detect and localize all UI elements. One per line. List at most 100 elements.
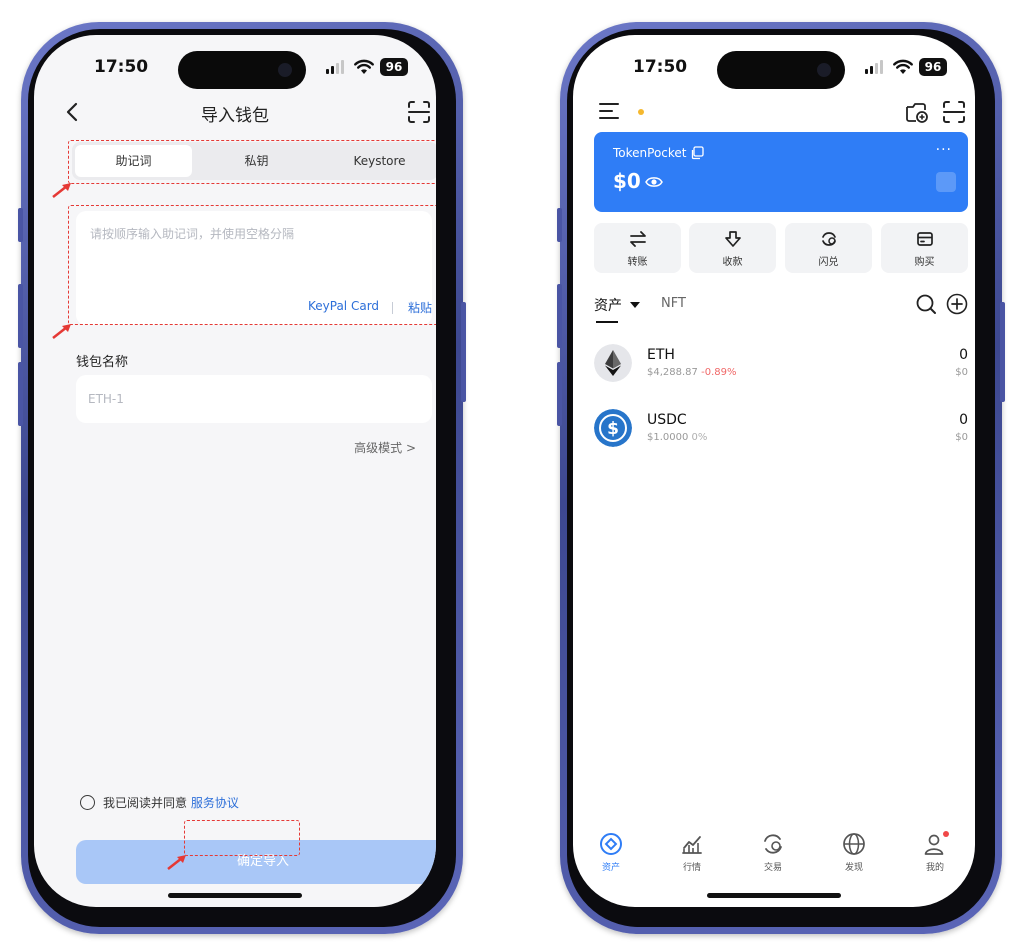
wallet-name: TokenPocket — [613, 146, 687, 160]
pointer-arrow-icon — [52, 183, 71, 198]
transfer-icon — [630, 231, 646, 247]
agreement-text: 我已阅读并同意 — [103, 796, 188, 810]
nav-market[interactable]: 行情 — [662, 830, 722, 878]
receive-icon — [725, 231, 741, 247]
active-tab-underline — [596, 321, 618, 323]
token-row-eth[interactable]: ETH $4,288.87 -0.89% 0 $0 — [594, 344, 968, 388]
token-amount: 0 — [959, 347, 968, 363]
battery-indicator: 96 — [380, 58, 408, 76]
wallet-home-screen: 17:50 96 TokenPocket ··· $0 转账 收款 闪兑 购买 … — [573, 35, 975, 907]
wallet-name-label: 钱包名称 — [76, 355, 129, 370]
menu-icon[interactable] — [599, 101, 621, 121]
eth-logo-icon — [594, 344, 632, 382]
discover-globe-icon — [843, 833, 865, 855]
market-icon — [682, 836, 702, 854]
nav-profile[interactable]: 我的 — [905, 830, 965, 878]
pointer-arrow-icon — [167, 855, 186, 870]
wallet-card[interactable]: TokenPocket ··· $0 — [594, 132, 968, 212]
wallet-name-input[interactable]: ETH-1 — [76, 375, 432, 423]
token-amount: 0 — [959, 412, 968, 428]
assets-icon — [600, 833, 622, 855]
nav-label: 交易 — [763, 863, 782, 873]
tab-assets[interactable]: 资产 — [594, 295, 622, 315]
swap-button[interactable]: 闪兑 — [785, 223, 872, 273]
side-button — [18, 208, 23, 242]
receive-button[interactable]: 收款 — [689, 223, 776, 273]
token-value: $0 — [955, 367, 968, 378]
mnemonic-placeholder: 请按顺序输入助记词，并使用空格分隔 — [90, 227, 295, 241]
service-agreement-link[interactable]: 服务协议 — [191, 796, 239, 810]
nav-label: 资产 — [601, 863, 620, 873]
scan-icon[interactable] — [941, 99, 967, 125]
status-time: 17:50 — [633, 57, 688, 77]
nav-label: 行情 — [682, 863, 701, 873]
quick-actions: 转账 收款 闪兑 购买 — [594, 223, 968, 273]
wallet-balance: $0 — [613, 169, 641, 193]
trade-icon — [764, 834, 782, 854]
token-row-usdc[interactable]: $ USDC $1.0000 0% 0 $0 — [594, 409, 968, 453]
scan-icon[interactable] — [406, 99, 432, 125]
camera-icon — [817, 63, 831, 77]
home-indicator — [168, 893, 302, 898]
nav-discover[interactable]: 发现 — [824, 830, 884, 878]
cellular-signal-icon — [326, 60, 348, 74]
phone-frame-left: 17:50 96 导入钱包 助记词 私钥 Keystore 请按顺序输入助记词，… — [18, 22, 466, 934]
advanced-mode-link[interactable]: 高级模式 > — [354, 439, 416, 456]
page-title: 导入钱包 — [201, 106, 269, 126]
volume-down-button — [18, 362, 23, 426]
token-symbol: USDC — [647, 412, 687, 428]
tab-keystore[interactable]: Keystore — [321, 145, 436, 177]
tab-private-key[interactable]: 私钥 — [198, 145, 315, 177]
transfer-button[interactable]: 转账 — [594, 223, 681, 273]
add-wallet-icon[interactable] — [903, 99, 929, 125]
token-value: $0 — [955, 432, 968, 443]
swap-icon — [822, 232, 836, 246]
nav-label: 发现 — [844, 863, 863, 873]
volume-up-button — [557, 284, 562, 348]
divider — [392, 302, 393, 314]
pointer-arrow-icon — [52, 324, 71, 339]
copy-icon[interactable] — [690, 146, 704, 160]
search-icon[interactable] — [915, 293, 937, 315]
mnemonic-input[interactable]: 请按顺序输入助记词，并使用空格分隔 KeyPal Card 粘贴 — [76, 211, 432, 325]
notification-dot — [943, 831, 949, 837]
status-bar: 17:50 96 — [573, 35, 975, 95]
status-bar: 17:50 96 — [34, 35, 436, 95]
nav-assets[interactable]: 资产 — [581, 830, 641, 878]
keypal-card-link[interactable]: KeyPal Card — [308, 299, 379, 313]
nav-trade[interactable]: 交易 — [743, 830, 803, 878]
import-wallet-screen: 17:50 96 导入钱包 助记词 私钥 Keystore 请按顺序输入助记词，… — [34, 35, 436, 907]
token-change: -0.89% — [701, 367, 737, 378]
token-price: $4,288.87 — [647, 367, 698, 378]
camera-icon — [278, 63, 292, 77]
wallet-name-placeholder: ETH-1 — [88, 392, 124, 406]
usdc-logo-icon: $ — [594, 409, 632, 447]
agreement-radio[interactable] — [80, 795, 95, 810]
confirm-import-button[interactable]: 确定导入 — [76, 840, 436, 884]
import-method-tabs: 助记词 私钥 Keystore — [72, 142, 436, 180]
buy-card-icon — [917, 232, 933, 246]
volume-up-button — [18, 284, 23, 348]
caret-down-icon[interactable] — [630, 302, 640, 308]
tab-nft[interactable]: NFT — [661, 296, 686, 311]
wifi-icon — [354, 59, 374, 74]
phone-frame-right: 17:50 96 TokenPocket ··· $0 转账 收款 闪兑 购买 … — [557, 22, 1005, 934]
transfer-label: 转账 — [627, 257, 648, 268]
buy-label: 购买 — [914, 257, 935, 268]
paste-button[interactable]: 粘贴 — [408, 299, 432, 316]
dynamic-island — [178, 51, 306, 89]
token-change: 0% — [691, 432, 708, 443]
notification-dot — [638, 109, 644, 115]
battery-indicator: 96 — [919, 58, 947, 76]
token-symbol: ETH — [647, 347, 675, 363]
status-time: 17:50 — [94, 57, 149, 77]
tab-mnemonic[interactable]: 助记词 — [75, 145, 192, 177]
more-options-icon[interactable]: ··· — [936, 142, 952, 158]
eye-icon[interactable] — [645, 175, 663, 189]
buy-button[interactable]: 购买 — [881, 223, 968, 273]
svg-text:$: $ — [607, 419, 619, 439]
card-decoration — [936, 172, 956, 192]
add-token-icon[interactable] — [946, 293, 968, 315]
home-indicator — [707, 893, 841, 898]
cellular-signal-icon — [865, 60, 887, 74]
